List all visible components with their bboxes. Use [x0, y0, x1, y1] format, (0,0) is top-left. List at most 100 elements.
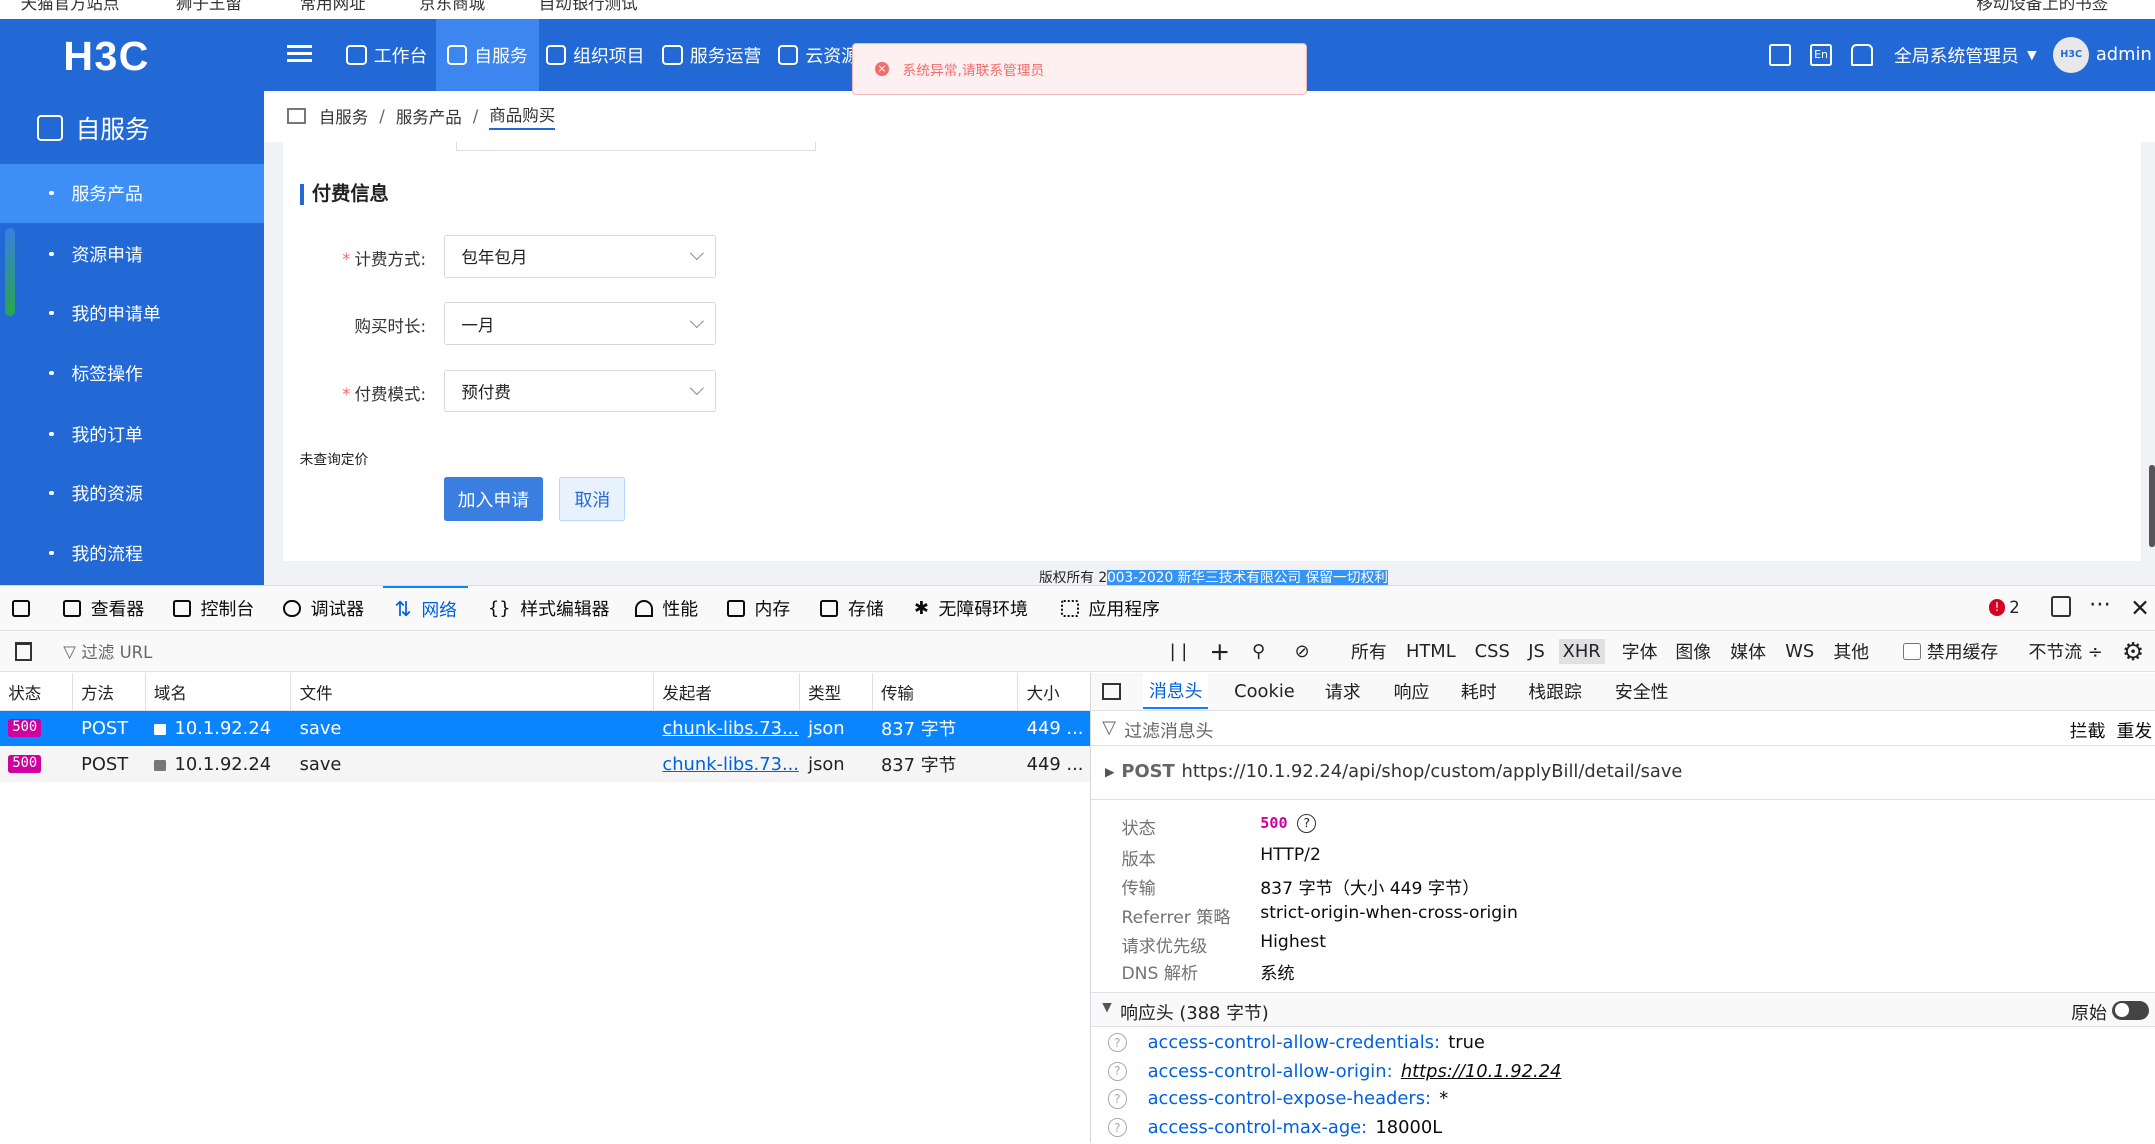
help-icon: ?: [1107, 1033, 1127, 1053]
tab-inspector[interactable]: 查看器: [63, 586, 144, 630]
filter-fonts[interactable]: 字体: [1618, 639, 1662, 664]
disable-cache-checkbox[interactable]: 禁用缓存: [1903, 631, 1998, 672]
bookmark-item[interactable]: 京东商城: [419, 0, 485, 14]
sidebar-scrollbar[interactable]: [5, 228, 16, 317]
brand-logo[interactable]: H3C: [63, 33, 150, 80]
request-url: https://10.1.92.24/api/shop/custom/apply…: [1181, 761, 1683, 783]
tab-accessibility[interactable]: ✱ 无障碍环境: [914, 586, 1028, 630]
nav-workbench[interactable]: 工作台: [335, 19, 438, 90]
tab-headers[interactable]: 消息头: [1143, 673, 1209, 710]
sidebar-item-tag-operations[interactable]: 标签操作: [0, 344, 264, 403]
toggle-sidebar-icon[interactable]: [1102, 673, 1122, 709]
filter-xhr[interactable]: XHR: [1558, 639, 1605, 664]
tab-cookie[interactable]: Cookie: [1234, 673, 1295, 709]
col-size[interactable]: 大小: [1018, 673, 1089, 710]
col-initiator[interactable]: 发起者: [654, 673, 800, 711]
table-row[interactable]: 500 POST 10.1.92.24 save chunk-libs.73..…: [0, 746, 1090, 782]
add-request-button[interactable]: 加入申请: [443, 476, 543, 521]
request-summary-line[interactable]: ▶ POST https://10.1.92.24/api/shop/custo…: [1105, 761, 1682, 782]
tab-performance[interactable]: 性能: [634, 586, 698, 630]
tab-response[interactable]: 响应: [1394, 673, 1430, 709]
billing-select[interactable]: 包年包月: [443, 235, 717, 278]
filter-css[interactable]: CSS: [1471, 639, 1514, 664]
breadcrumb-item[interactable]: 自服务: [319, 104, 368, 128]
initiator-link[interactable]: chunk-libs.73...: [654, 746, 800, 782]
nav-service-ops[interactable]: 服务运营: [651, 19, 772, 90]
tab-request[interactable]: 请求: [1325, 673, 1361, 709]
table-row[interactable]: 500 POST 10.1.92.24 save chunk-libs.73..…: [0, 710, 1090, 747]
bookmark-item[interactable]: 常用网址: [300, 0, 366, 14]
pause-icon[interactable]: | |: [1170, 631, 1188, 672]
settings-gear-icon[interactable]: ⚙: [2122, 631, 2144, 672]
sidebar-item-service-products[interactable]: 服务产品: [0, 163, 264, 223]
tab-timings[interactable]: 耗时: [1461, 673, 1497, 709]
add-icon[interactable]: +: [1209, 631, 1230, 672]
resend-button[interactable]: 重发: [2117, 717, 2153, 743]
bookmark-item[interactable]: 天猫官方站点: [21, 0, 120, 14]
dock-icon[interactable]: [2050, 596, 2072, 618]
col-type[interactable]: 类型: [800, 673, 873, 711]
block-button[interactable]: 拦截: [2070, 717, 2106, 743]
more-icon[interactable]: ⋯: [2089, 592, 2111, 617]
nav-self-service[interactable]: 自服务: [435, 19, 539, 91]
filter-images[interactable]: 图像: [1671, 639, 1715, 664]
raw-toggle[interactable]: [2112, 1000, 2150, 1020]
header-filter-input[interactable]: 过滤消息头: [1124, 717, 1213, 743]
col-domain[interactable]: 域名: [146, 673, 292, 711]
tab-application[interactable]: 应用程序: [1061, 586, 1160, 630]
filter-all[interactable]: 所有: [1347, 639, 1391, 664]
sidebar-item-my-workflows[interactable]: 我的流程: [0, 524, 264, 583]
role-switcher[interactable]: 全局系统管理员 ▼: [1894, 19, 2037, 90]
col-transfer[interactable]: 传输: [873, 673, 1019, 711]
tab-stack-trace[interactable]: 栈跟踪: [1528, 673, 1582, 709]
tab-style-editor[interactable]: {} 样式编辑器: [488, 586, 610, 630]
filter-ws[interactable]: WS: [1781, 639, 1818, 664]
user-menu[interactable]: H3Cadmin▼: [2053, 19, 2155, 90]
response-headers-section[interactable]: ▼ 响应头 (388 字节) 原始: [1091, 992, 2155, 1027]
help-icon[interactable]: ?: [1297, 813, 1317, 833]
close-icon[interactable]: ✕: [2130, 594, 2150, 622]
filter-js[interactable]: JS: [1524, 639, 1549, 664]
tab-network[interactable]: ⇅ 网络: [383, 586, 469, 630]
duration-select[interactable]: 一月: [443, 302, 717, 345]
col-status[interactable]: 状态: [0, 673, 73, 711]
help-icon: ?: [1107, 1061, 1127, 1082]
error-count-badge[interactable]: ! 2: [1988, 598, 2020, 617]
pay-mode-select[interactable]: 预付费: [443, 369, 717, 413]
filter-html[interactable]: HTML: [1402, 639, 1460, 664]
page-scrollbar[interactable]: [2149, 464, 2155, 547]
filter-other[interactable]: 其他: [1829, 639, 1873, 664]
sidebar-item-my-orders[interactable]: 我的订单: [0, 404, 264, 463]
cancel-button[interactable]: 取消: [559, 476, 626, 521]
filter-media[interactable]: 媒体: [1726, 639, 1770, 664]
block-icon[interactable]: ⊘: [1295, 631, 1310, 672]
help-icon: ?: [1107, 1118, 1127, 1138]
breadcrumb-item[interactable]: 服务产品: [396, 104, 462, 128]
initiator-link[interactable]: chunk-libs.73...: [654, 711, 800, 747]
sidebar-item-resource-request[interactable]: 资源申请: [0, 224, 264, 283]
menu-toggle-icon[interactable]: [287, 41, 312, 66]
filter-url-input[interactable]: ▽ 过滤 URL: [63, 631, 1135, 672]
bookmark-item[interactable]: 移动设备上的书签: [1976, 0, 2108, 14]
col-file[interactable]: 文件: [291, 673, 655, 711]
home-icon[interactable]: [287, 107, 307, 125]
sidebar-item-my-resources[interactable]: 我的资源: [0, 463, 264, 522]
notes-icon[interactable]: [1768, 19, 1791, 90]
tab-debugger[interactable]: 调试器: [283, 586, 364, 630]
gear-icon: [662, 44, 684, 66]
tab-storage[interactable]: 存储: [820, 586, 884, 630]
throttle-select[interactable]: 不节流 ÷: [2029, 631, 2103, 672]
element-picker-icon[interactable]: [12, 586, 31, 630]
bookmark-item[interactable]: 自动银行测试: [539, 0, 638, 14]
trash-icon[interactable]: [15, 631, 32, 672]
tab-memory[interactable]: 内存: [727, 586, 790, 630]
nav-org-projects[interactable]: 组织项目: [535, 19, 656, 90]
col-method[interactable]: 方法: [73, 673, 146, 711]
tab-console[interactable]: 控制台: [173, 586, 254, 630]
sidebar-item-my-applications[interactable]: 我的申请单: [0, 283, 264, 342]
language-icon[interactable]: En: [1810, 19, 1833, 90]
tab-security[interactable]: 安全性: [1615, 673, 1669, 709]
shirt-icon[interactable]: [1851, 19, 1874, 90]
search-icon[interactable]: ⚲: [1252, 631, 1265, 672]
bookmark-item[interactable]: 狮子王留: [176, 0, 242, 14]
